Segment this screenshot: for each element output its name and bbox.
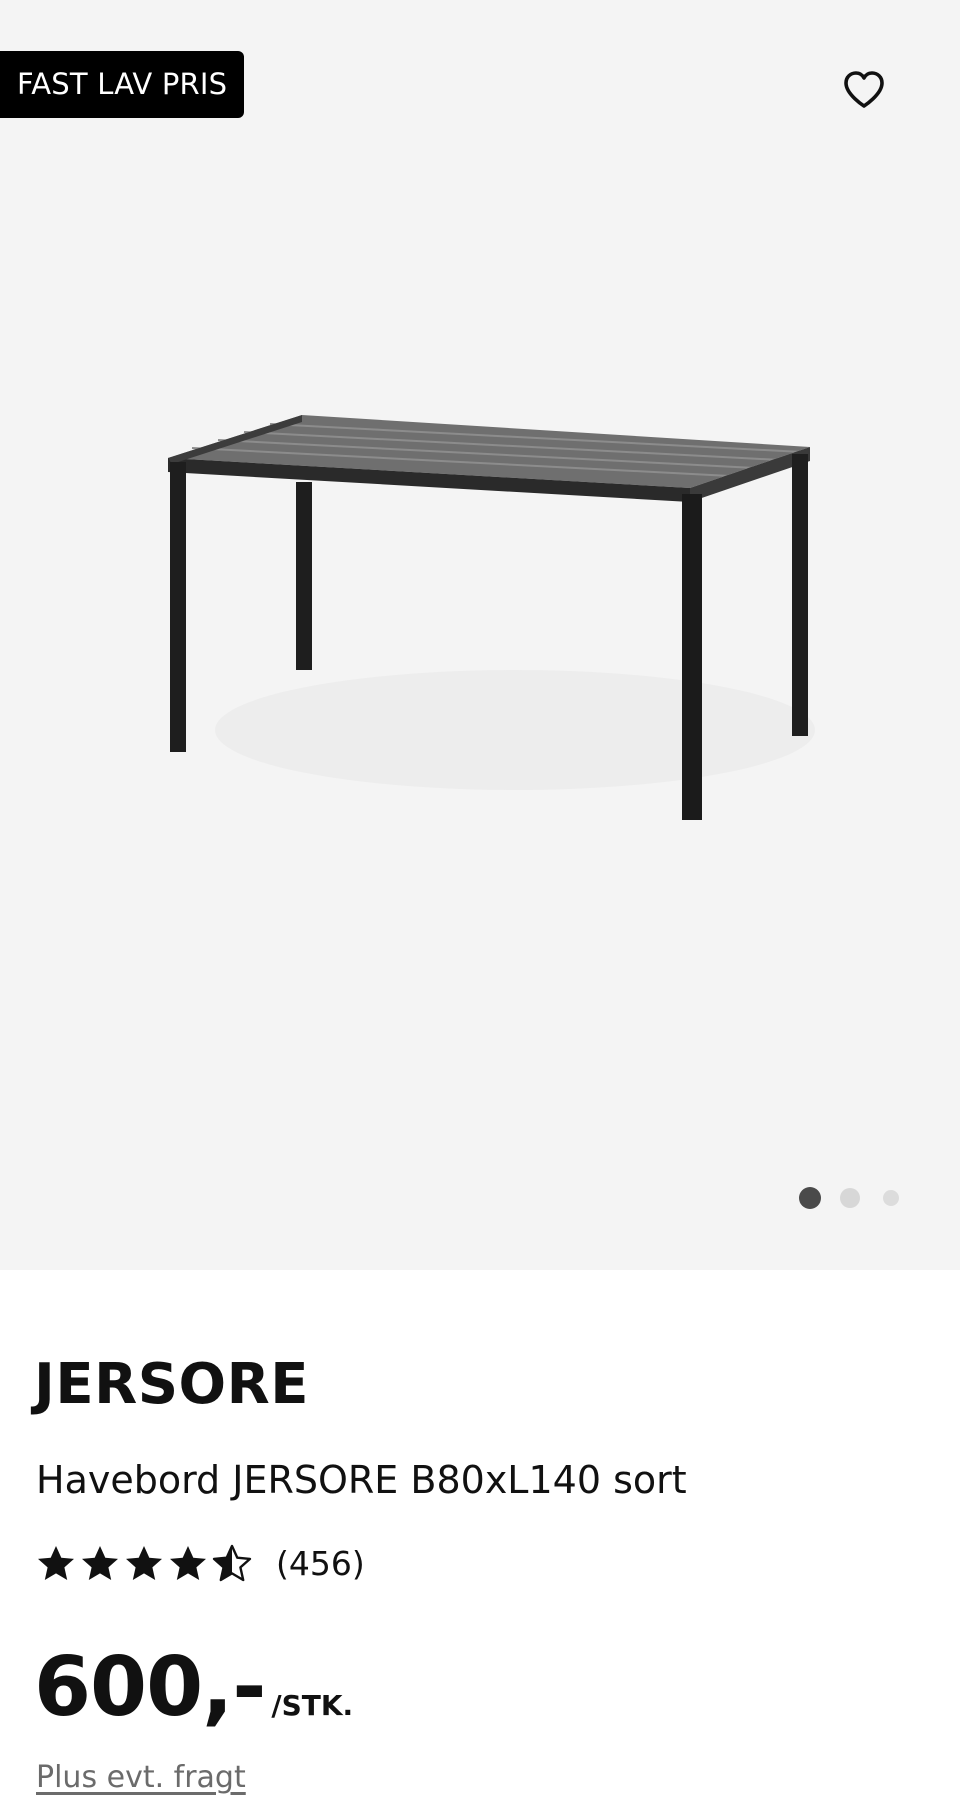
price-badge: FAST LAV PRIS [0,51,245,118]
price-amount: 600,- [34,1640,266,1735]
pagination-dot-3[interactable] [883,1190,899,1206]
product-brand: JERSORE [34,1352,310,1417]
star-full-icon [80,1544,120,1584]
shipping-link[interactable]: Plus evt. fragt [36,1758,246,1798]
favorite-button[interactable] [840,66,888,114]
gallery-pagination [799,1186,899,1210]
pagination-dot-2[interactable] [840,1188,860,1208]
rating-summary[interactable]: (456) [36,1542,365,1586]
star-full-icon [124,1544,164,1584]
pagination-dot-1[interactable] [799,1187,821,1209]
product-name: Havebord JERSORE B80xL140 sort [36,1458,687,1502]
star-full-icon [168,1544,208,1584]
product-image[interactable] [130,410,830,830]
product-price: 600,- /STK. [34,1640,353,1736]
review-count: (456) [276,1544,365,1583]
star-full-icon [36,1544,76,1584]
rating-stars [36,1544,256,1584]
heart-icon [840,66,888,114]
star-half-icon [212,1544,252,1584]
price-unit: /STK. [271,1689,354,1722]
product-gallery[interactable]: FAST LAV PRIS [0,0,960,1270]
